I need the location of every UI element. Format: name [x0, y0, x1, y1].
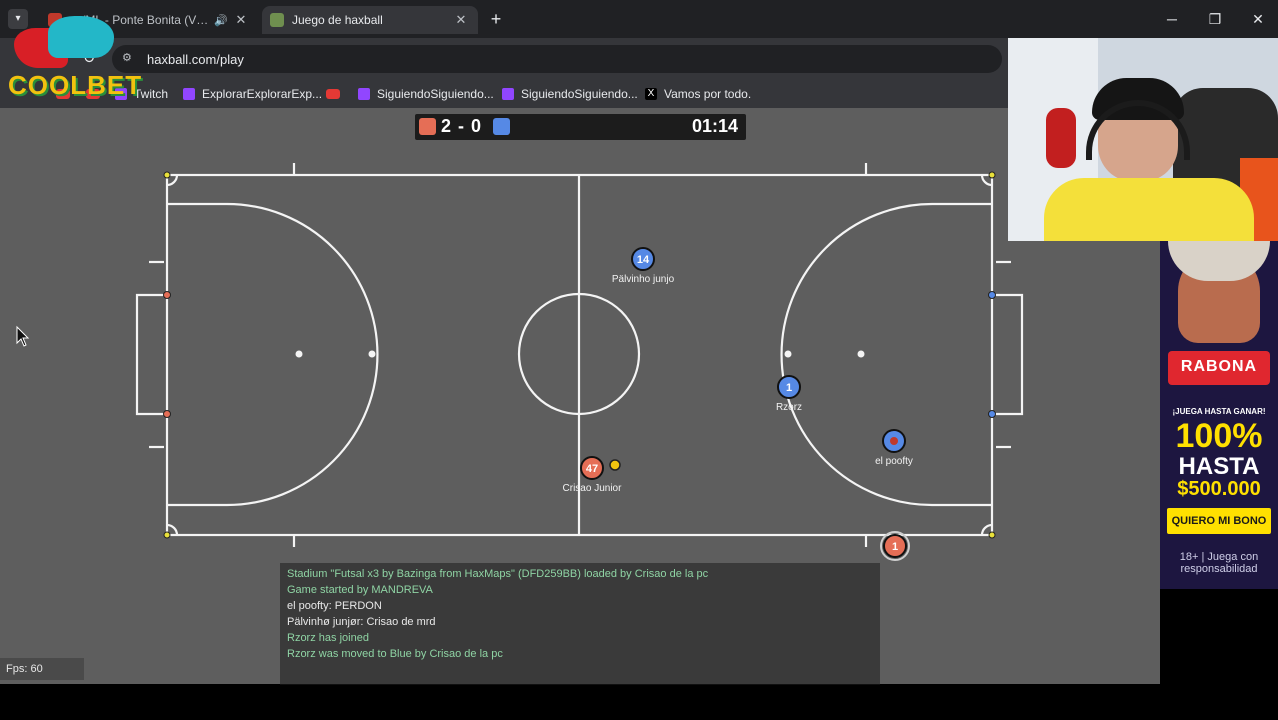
chat-message: Stadium "Futsal x3 by Bazinga from HaxMa… — [287, 568, 709, 580]
player-name: Pälvinho junjo — [612, 274, 675, 285]
x-icon: X — [645, 88, 657, 100]
new-tab-button[interactable]: + — [486, 9, 506, 29]
bookmark-label: ExplorarExplorarExp... — [202, 87, 323, 101]
ad-line-4: $500.000 — [1177, 478, 1261, 500]
close-tab-icon[interactable]: ✕ — [452, 12, 470, 28]
player-number: 14 — [637, 254, 650, 266]
address-bar[interactable] — [112, 45, 1002, 73]
speaker-icon: 🔊 — [214, 14, 228, 27]
url-text: haxball.com/play — [147, 52, 244, 67]
right-goal — [992, 293, 1024, 416]
twitch-icon — [358, 88, 370, 100]
restore-icon[interactable]: ❐ — [1195, 8, 1235, 30]
player-number: 1 — [786, 382, 792, 394]
player-blue-14: 14 Pälvinho junjo — [612, 247, 675, 285]
player-name: Crisao Junior — [563, 483, 623, 494]
ball — [609, 459, 621, 471]
site-info-icon[interactable]: ⚙ — [122, 51, 136, 65]
ad-brand: RABONA — [1180, 358, 1258, 375]
chat-message: Rzorz has joined — [287, 632, 369, 644]
bookmark-label: Vamos por todo. — [664, 87, 752, 101]
coolbet-dino-icon — [14, 10, 114, 68]
chat-message: Rzorz was moved to Blue by Crisao de la … — [287, 648, 503, 660]
cursor-icon — [16, 325, 30, 347]
tab-juego-de-haxball[interactable]: Juego de haxball ✕ — [262, 6, 478, 34]
microphone-icon — [1046, 108, 1076, 168]
chat-message: Game started by MANDREVA — [287, 584, 433, 596]
close-window-icon[interactable]: ✕ — [1238, 8, 1278, 30]
twitch-icon — [502, 88, 514, 100]
player-name: Rzorz — [776, 402, 802, 413]
ad-line-1: ¡JUEGA HASTA GANAR! — [1172, 407, 1266, 416]
coolbet-logo: COOLBET — [8, 70, 143, 100]
ad-line-2: 100% — [1175, 417, 1263, 455]
bookmark-siguiendo-1[interactable]: SiguiendoSiguiendo... — [358, 85, 494, 103]
twitch-icon — [183, 88, 195, 100]
rabona-ad[interactable]: RABONA ¡JUEGA HASTA GANAR! 100% HASTA $5… — [1160, 241, 1278, 589]
tab-title: Juego de haxball — [292, 13, 383, 27]
player-number: 47 — [586, 463, 598, 475]
chat-message: Pälvinhø junjør: Crisao de mrd — [287, 616, 436, 628]
chat-message: el poofty: PERDON — [287, 600, 382, 612]
webcam-overlay — [1008, 38, 1278, 241]
player-name: el poofty — [875, 456, 913, 467]
player-red-1: 1 — [880, 531, 910, 561]
player-blue-el-poofty: el poofty — [875, 429, 913, 467]
chat-input[interactable] — [287, 666, 872, 680]
left-goal — [135, 293, 167, 416]
player-number: 1 — [892, 541, 898, 553]
bookmark-vamos[interactable]: X Vamos por todo. — [645, 85, 751, 103]
haxball-favicon — [270, 13, 284, 27]
bookmark-siguiendo-2[interactable]: SiguiendoSiguiendo... — [502, 85, 638, 103]
streamer-jersey — [1044, 178, 1254, 241]
ad-cta-button[interactable]: QUIERO MI BONO — [1167, 508, 1271, 534]
player-blue-rzorz: 1 Rzorz — [776, 375, 802, 413]
ad-footer: 18+ | Juega con responsabilidad — [1179, 551, 1259, 575]
close-tab-icon[interactable]: ✕ — [232, 12, 250, 28]
bookmark-explorar[interactable]: ExplorarExplorarExp... — [183, 85, 322, 103]
minimize-icon[interactable]: ─ — [1152, 8, 1192, 30]
bookmark-label: SiguiendoSiguiendo... — [521, 87, 638, 101]
left-penalty-area — [167, 202, 379, 507]
ad-line-3: HASTA — [1178, 453, 1260, 480]
fps-counter: Fps: 60 — [0, 658, 84, 680]
youtube-bookmark-icon[interactable] — [326, 89, 340, 99]
bookmark-label: SiguiendoSiguiendo... — [377, 87, 494, 101]
